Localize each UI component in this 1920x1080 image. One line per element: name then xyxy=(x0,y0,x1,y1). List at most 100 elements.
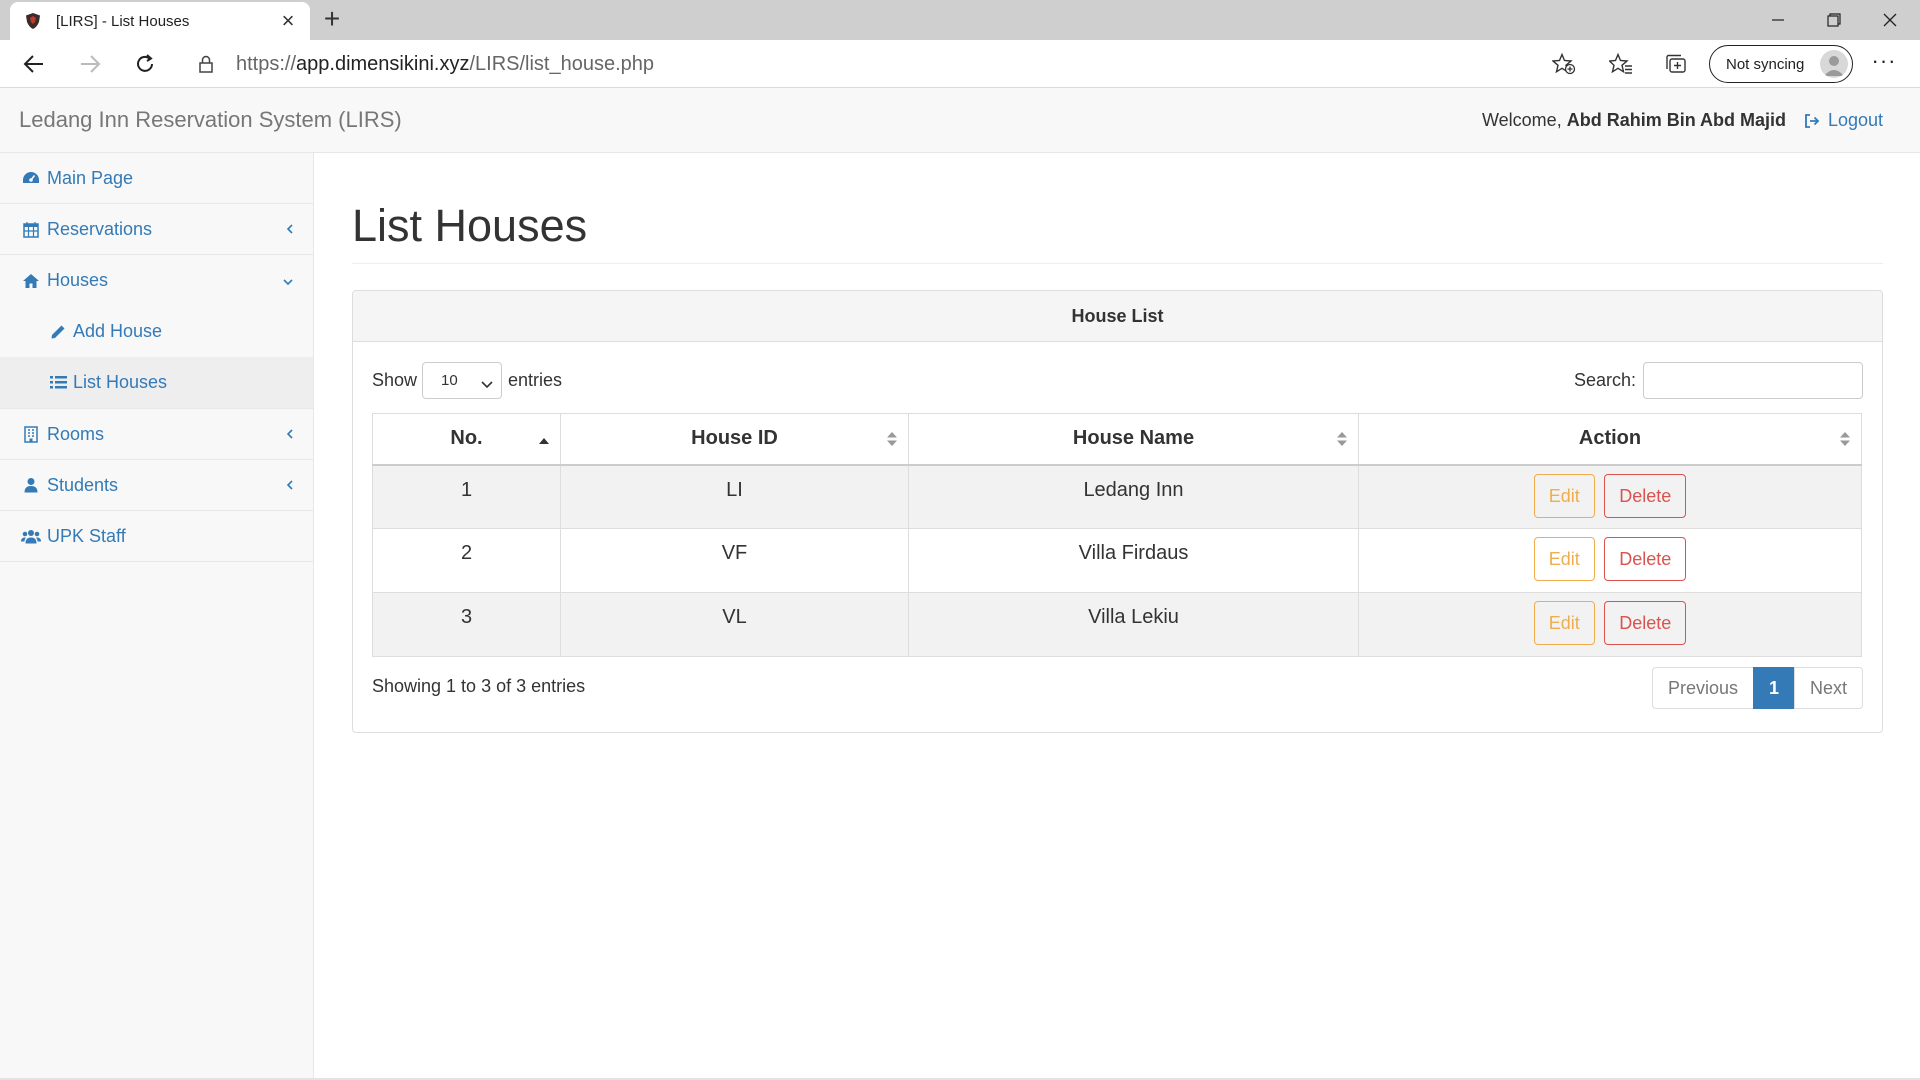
sidebar-item-rooms[interactable]: Rooms xyxy=(0,409,313,460)
cell-house-name: Villa Firdaus xyxy=(908,528,1359,593)
cell-no: 3 xyxy=(372,592,561,657)
profile-avatar-icon xyxy=(1820,50,1848,78)
table-header-row: No. House ID House Name Action xyxy=(372,413,1862,466)
sidebar-item-houses[interactable]: Houses xyxy=(0,255,313,306)
add-favorite-icon[interactable] xyxy=(1551,52,1576,80)
cell-action: Edit Delete xyxy=(1358,528,1862,593)
entries-label: entries xyxy=(508,370,563,390)
logout-link[interactable]: Logout xyxy=(1804,110,1883,131)
panel-heading: House List xyxy=(353,291,1882,342)
column-header-house-name[interactable]: House Name xyxy=(908,413,1359,466)
page-length-select[interactable]: 10 xyxy=(422,362,503,399)
edit-button[interactable]: Edit xyxy=(1533,473,1595,518)
chevron-down-icon xyxy=(281,271,295,292)
sidebar-label: Students xyxy=(47,474,119,495)
sidebar-label: Houses xyxy=(47,270,109,290)
shield-favicon-icon xyxy=(24,12,42,30)
pagination-page-1[interactable]: 1 xyxy=(1752,667,1795,709)
close-window-icon[interactable] xyxy=(1862,0,1918,40)
sort-asc-icon xyxy=(538,428,550,451)
users-icon xyxy=(21,527,41,545)
show-label: Show xyxy=(372,370,418,390)
column-header-house-id[interactable]: House ID xyxy=(560,413,909,466)
logout-label: Logout xyxy=(1828,110,1884,130)
more-options-icon[interactable]: ··· xyxy=(1868,48,1900,80)
sidebar-item-reservations[interactable]: Reservations xyxy=(0,204,313,255)
page-length-value: 10 xyxy=(441,372,458,389)
cell-house-name: Ledang Inn xyxy=(908,464,1359,529)
sidebar-item-list-houses[interactable]: List Houses xyxy=(0,357,313,408)
sidebar-item-students[interactable]: Students xyxy=(0,460,313,511)
app-brand[interactable]: Ledang Inn Reservation System (LIRS) xyxy=(19,107,402,133)
sidebar-label: List Houses xyxy=(73,372,168,392)
profile-sync-button[interactable]: Not syncing xyxy=(1709,45,1853,83)
chevron-left-icon xyxy=(285,425,295,446)
sort-icon xyxy=(886,430,898,454)
table-row: 2 VF Villa Firdaus Edit Delete xyxy=(372,528,1862,593)
user-icon xyxy=(21,476,41,494)
refresh-icon[interactable] xyxy=(127,46,163,82)
cell-action: Edit Delete xyxy=(1358,592,1862,657)
search-label: Search: xyxy=(1573,370,1636,390)
forward-icon[interactable] xyxy=(72,46,108,82)
address-url: https://app.dimensikini.xyz/LIRS/list_ho… xyxy=(236,52,655,75)
sign-out-icon xyxy=(1805,113,1820,128)
column-header-action[interactable]: Action xyxy=(1358,413,1862,466)
sync-label: Not syncing xyxy=(1726,55,1805,73)
cell-house-id: LI xyxy=(560,464,909,529)
table-row: 1 LI Ledang Inn Edit Delete xyxy=(372,464,1862,529)
house-list-panel: House List Show 10 entries Search: No. H… xyxy=(352,290,1883,733)
delete-button[interactable]: Delete xyxy=(1604,473,1687,518)
new-tab-icon[interactable]: + xyxy=(318,5,346,34)
cell-action: Edit Delete xyxy=(1358,464,1862,529)
page-length-control: Show 10 entries xyxy=(372,362,562,399)
sidebar-label: UPK Staff xyxy=(47,525,126,546)
chevron-left-icon xyxy=(285,476,295,497)
browser-tab[interactable]: [LIRS] - List Houses × xyxy=(10,2,310,40)
favorites-icon[interactable] xyxy=(1605,48,1637,80)
search-input[interactable] xyxy=(1643,362,1863,399)
pagination-previous[interactable]: Previous xyxy=(1651,667,1754,709)
edit-button[interactable]: Edit xyxy=(1533,537,1595,581)
sidebar-item-upk-staff[interactable]: UPK Staff xyxy=(0,511,313,562)
address-bar[interactable]: https://app.dimensikini.xyz/LIRS/list_ho… xyxy=(180,46,1586,82)
delete-button[interactable]: Delete xyxy=(1604,537,1687,581)
calendar-icon xyxy=(21,220,41,238)
column-header-no[interactable]: No. xyxy=(372,413,561,466)
user-name: Abd Rahim Bin Abd Majid xyxy=(1566,110,1787,130)
cell-house-name: Villa Lekiu xyxy=(908,592,1359,657)
collections-icon[interactable] xyxy=(1660,48,1692,80)
lock-icon[interactable] xyxy=(198,55,218,73)
sort-icon xyxy=(1336,430,1348,454)
cell-house-id: VF xyxy=(560,528,909,593)
restore-icon[interactable] xyxy=(1806,0,1862,40)
title-divider xyxy=(352,263,1883,264)
sidebar-item-add-house[interactable]: Add House xyxy=(0,306,313,357)
table-info: Showing 1 to 3 of 3 entries xyxy=(372,676,586,696)
cell-house-id: VL xyxy=(560,592,909,657)
table-search: Search: xyxy=(1574,362,1863,399)
sidebar: Main Page Reservations Houses Add House xyxy=(0,153,314,1080)
back-icon[interactable] xyxy=(16,46,52,82)
sort-icon xyxy=(1839,430,1851,454)
table-row: 3 VL Villa Lekiu Edit Delete xyxy=(372,592,1862,657)
tab-close-icon[interactable]: × xyxy=(276,10,300,32)
app-navbar: Ledang Inn Reservation System (LIRS) Wel… xyxy=(0,88,1920,153)
dashboard-icon xyxy=(21,169,41,187)
browser-toolbar: https://app.dimensikini.xyz/LIRS/list_ho… xyxy=(0,40,1920,88)
browser-tab-bar: [LIRS] - List Houses × + xyxy=(0,0,1920,40)
sidebar-label: Add House xyxy=(73,321,163,341)
chevron-left-icon xyxy=(285,220,295,241)
minimize-icon[interactable] xyxy=(1750,0,1806,40)
house-table: No. House ID House Name Action 1 LI Leda… xyxy=(372,413,1862,657)
pagination-next[interactable]: Next xyxy=(1793,667,1863,709)
sidebar-label: Reservations xyxy=(47,218,153,239)
edit-button[interactable]: Edit xyxy=(1533,601,1595,645)
delete-button[interactable]: Delete xyxy=(1604,601,1687,645)
tab-title: [LIRS] - List Houses xyxy=(56,12,190,30)
sidebar-item-main-page[interactable]: Main Page xyxy=(0,153,313,204)
chevron-down-icon xyxy=(481,376,493,393)
pagination: Previous 1 Next xyxy=(1651,667,1863,709)
cell-no: 2 xyxy=(372,528,561,593)
list-icon xyxy=(49,374,67,392)
